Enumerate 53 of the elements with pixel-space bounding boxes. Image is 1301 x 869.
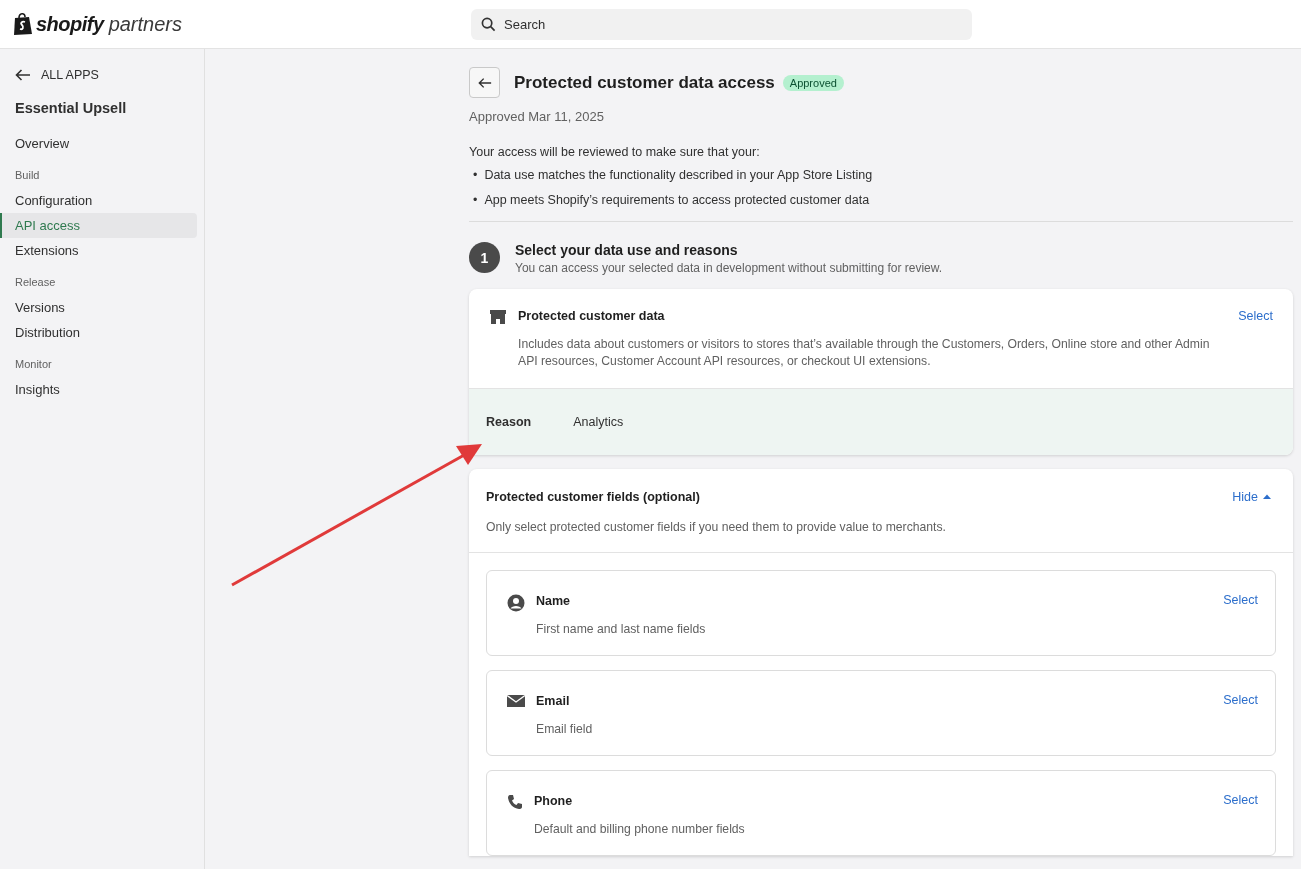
- select-link[interactable]: Select: [1223, 793, 1258, 807]
- phone-icon: [507, 794, 523, 810]
- field-title: Phone: [534, 794, 574, 808]
- field-description: Default and billing phone number fields: [534, 822, 746, 836]
- bullet-marker: •: [473, 192, 478, 208]
- logo-subtitle: partners: [108, 12, 182, 36]
- card-title: Protected customer data: [518, 309, 666, 323]
- nav-item[interactable]: Insights: [0, 377, 197, 402]
- arrow-left-icon: [477, 76, 492, 89]
- select-link[interactable]: Select: [1238, 309, 1273, 370]
- back-arrow-icon: [15, 69, 31, 81]
- requirement-item: Data use matches the functionality described in your App Store Listing: [484, 167, 873, 183]
- hide-toggle[interactable]: Hide: [1232, 490, 1271, 504]
- page-title: Protected customer data access: [514, 72, 775, 93]
- person-icon: [507, 594, 525, 612]
- requirement-item: App meets Shopify’s requirements to access protected customer data: [484, 192, 870, 208]
- section-heading: Monitor: [14, 358, 53, 370]
- step-number: 1: [469, 242, 500, 273]
- mail-icon: [507, 694, 525, 708]
- card-description: Only select protected customer fields if you need them to provide value to merchants.: [486, 520, 947, 534]
- step-title: Select your data use and reasons: [515, 242, 739, 258]
- store-icon: [489, 309, 507, 325]
- logo-text: shopify: [36, 12, 104, 36]
- field-title: Email: [536, 694, 571, 708]
- card-title: Protected customer fields (optional): [486, 490, 701, 504]
- nav-item[interactable]: Versions: [0, 295, 197, 320]
- back-button[interactable]: [469, 67, 500, 98]
- bullet-marker: •: [473, 167, 478, 183]
- approval-date: Approved Mar 11, 2025: [469, 109, 605, 124]
- section-heading: Release: [14, 276, 57, 288]
- nav-item[interactable]: Distribution: [0, 320, 197, 345]
- nav-item[interactable]: Extensions: [0, 238, 197, 263]
- card-description: Includes data about customers or visitors to stores that’s available through the Customers, Orders, Online store and other Admin API resources, Customer Account API resources, or checkout UI extensions.: [518, 336, 1211, 370]
- field-description: First name and last name fields: [536, 622, 707, 636]
- field-title: Name: [536, 594, 572, 608]
- nav-item[interactable]: API access: [0, 213, 197, 238]
- search-field[interactable]: Search: [471, 8, 972, 40]
- back-link[interactable]: ALL APPS: [0, 67, 197, 83]
- reason-label: Reason: [486, 415, 532, 429]
- nav-item[interactable]: Overview: [0, 131, 197, 156]
- step-description: You can access your selected data in development without submitting for review.: [515, 261, 943, 275]
- search-icon: [481, 16, 496, 32]
- field-description: Email field: [536, 722, 594, 736]
- nav-item[interactable]: Configuration: [0, 188, 197, 213]
- caret-icon: [1263, 494, 1271, 500]
- app-name: Essential Upsell: [14, 100, 128, 116]
- shopping-bag-icon: [12, 12, 34, 36]
- select-link[interactable]: Select: [1223, 693, 1258, 707]
- reason-value: Analytics: [573, 415, 624, 429]
- intro-text: Your access will be reviewed to make sure that your:: [469, 145, 761, 159]
- status-badge: Approved: [782, 74, 844, 91]
- section-heading: Build: [14, 169, 41, 181]
- select-link[interactable]: Select: [1223, 593, 1258, 607]
